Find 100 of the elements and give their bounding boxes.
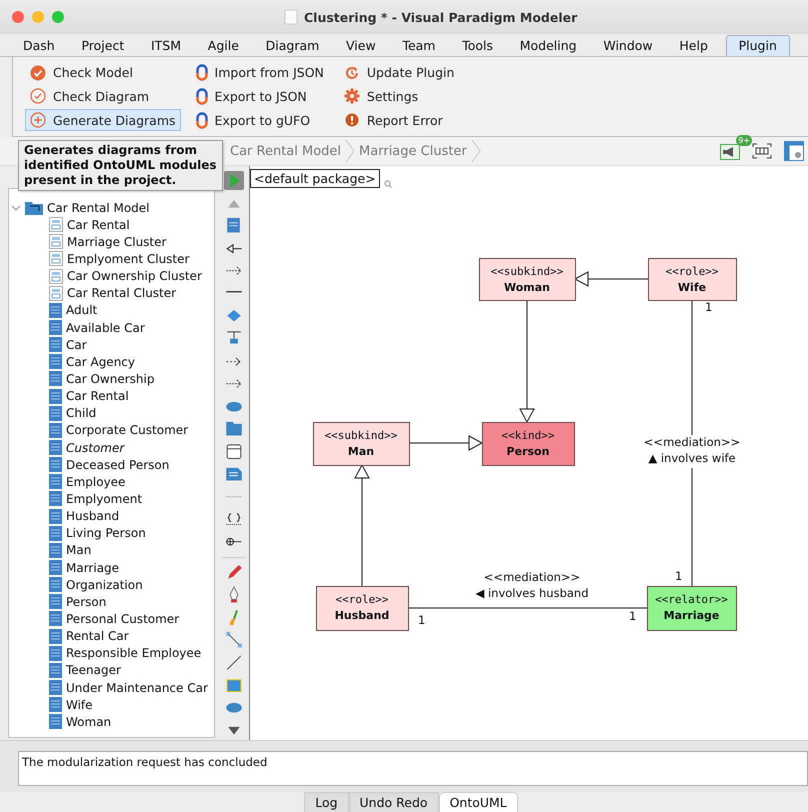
menu-item[interactable]: Window — [594, 35, 662, 56]
ribbon-button[interactable]: Update Plugin — [338, 62, 460, 84]
stereotype-label: <<mediation>> — [484, 570, 580, 584]
tree-item[interactable]: Personal Customer — [66, 612, 180, 626]
generalization-arrow[interactable] — [519, 300, 535, 424]
message-text: The modularization request has concluded — [22, 755, 268, 769]
tree-item[interactable]: Responsible Employee — [66, 646, 202, 660]
ribbon-button[interactable]: Report Error — [338, 109, 460, 132]
class-icon — [49, 542, 62, 558]
tree-item[interactable]: Child — [66, 406, 96, 420]
tree-item[interactable]: Husband — [66, 509, 120, 524]
tree-item[interactable]: Wife — [66, 698, 93, 712]
ribbon-button[interactable]: Check Model — [25, 62, 181, 84]
error-icon — [344, 112, 360, 128]
panel-tab[interactable]: OntoUML — [438, 792, 518, 812]
class-node[interactable] — [313, 422, 410, 466]
expand-icon[interactable] — [11, 202, 21, 213]
ribbon-button[interactable]: Settings — [338, 85, 460, 108]
class-icon — [49, 560, 62, 576]
class-icon — [49, 422, 62, 438]
tree-item[interactable]: Car Ownership Cluster — [67, 269, 202, 284]
diagram-icon — [49, 286, 63, 301]
tree-item[interactable]: Rental Car — [66, 629, 129, 644]
stereotype-label: <<kind>> — [502, 429, 554, 442]
breadcrumb[interactable]: Marriage Cluster — [359, 144, 467, 158]
class-node[interactable] — [479, 258, 576, 301]
pointer-icon[interactable] — [224, 171, 244, 190]
tree-item[interactable]: Emplyoment Cluster — [67, 252, 190, 266]
class-icon — [49, 697, 62, 712]
breadcrumb[interactable]: Car Rental Model — [230, 144, 342, 158]
tree-item[interactable]: Woman — [66, 714, 112, 729]
tree-item[interactable]: Car Rental — [67, 218, 130, 232]
class-icon — [49, 337, 62, 352]
tree-item[interactable]: Man — [66, 543, 92, 558]
tooltip: Generates diagrams from identified OntoUML modules present in the project. — [18, 140, 223, 191]
class-node[interactable] — [648, 258, 737, 301]
class-node[interactable] — [482, 422, 575, 466]
tree-item[interactable]: Organization — [66, 578, 143, 592]
update-icon — [344, 64, 360, 81]
tree-item[interactable]: Person — [66, 594, 106, 609]
panel-tab[interactable]: Log — [304, 792, 349, 812]
generalization-arrow[interactable] — [354, 464, 370, 586]
tree-item[interactable]: Car Rental Model — [47, 200, 150, 215]
megaphone-icon[interactable] — [720, 142, 740, 160]
menu-item[interactable]: Dash — [14, 35, 64, 56]
class-icon — [49, 457, 62, 472]
tree-item[interactable]: Available Car — [66, 320, 145, 335]
tree-item[interactable]: Employee — [66, 474, 126, 489]
ribbon-button[interactable]: Check Diagram — [25, 85, 181, 108]
tree-item[interactable]: Adult — [66, 303, 98, 318]
class-icon — [49, 406, 62, 421]
tree-item[interactable]: Car Ownership — [66, 372, 154, 386]
menu-item[interactable]: Help — [670, 35, 717, 56]
menu-item[interactable]: ITSM — [142, 35, 190, 56]
package-field[interactable]: <default package> — [250, 169, 380, 188]
search-icon[interactable] — [384, 180, 392, 188]
ribbon-button[interactable]: Generate Diagrams — [25, 109, 181, 132]
tree-item[interactable]: Car Rental — [66, 389, 129, 404]
panel-icon[interactable] — [784, 141, 804, 161]
menu-item[interactable]: Agile — [198, 35, 248, 56]
menu-item[interactable]: Team — [393, 35, 444, 56]
ribbon-button[interactable]: Export to JSON — [190, 84, 329, 108]
menu-item[interactable]: Plugin — [726, 35, 790, 56]
line-icon[interactable] — [224, 653, 244, 672]
fit-icon[interactable] — [752, 143, 772, 159]
diagram-icon — [49, 234, 63, 250]
class-icon — [49, 662, 62, 678]
class-node[interactable] — [316, 586, 409, 631]
tree-item[interactable]: Deceased Person — [66, 458, 170, 472]
panel-tab[interactable]: Undo Redo — [348, 792, 439, 812]
diagram-icon — [49, 268, 63, 284]
tree-item[interactable]: Car Rental Cluster — [67, 286, 176, 300]
tree-item[interactable]: Under Maintenance Car — [66, 680, 208, 694]
class-node[interactable] — [647, 586, 737, 631]
window-title: Clustering * - Visual Paradigm Modeler — [304, 10, 578, 24]
association-label: ▲ involves wife — [648, 451, 736, 465]
generalization-arrow[interactable] — [574, 271, 648, 287]
menu-item[interactable]: Project — [72, 35, 134, 56]
ribbon-button[interactable]: Export to gUFO — [190, 108, 329, 132]
connector-icon[interactable] — [224, 630, 244, 650]
tree-item[interactable]: Marriage — [66, 560, 120, 575]
menu-item[interactable]: Tools — [453, 35, 502, 56]
generalization-arrow[interactable] — [408, 435, 484, 451]
class-icon — [49, 354, 62, 370]
class-icon — [49, 474, 62, 490]
tree-item[interactable]: Marriage Cluster — [67, 234, 166, 249]
class-name: Husband — [334, 609, 390, 622]
frame-icon[interactable] — [224, 442, 244, 462]
settings-icon — [344, 88, 360, 104]
menu-item[interactable]: Diagram — [256, 35, 328, 56]
tree-item[interactable]: Customer — [66, 440, 124, 455]
tree-item[interactable]: Corporate Customer — [66, 423, 188, 438]
tree-item[interactable]: Car Agency — [66, 354, 135, 369]
tree-item[interactable]: Car — [66, 338, 87, 352]
tree-item[interactable]: Living Person — [66, 526, 146, 540]
tree-item[interactable]: Teenager — [66, 663, 121, 678]
tree-item[interactable]: Emplyoment — [66, 492, 142, 506]
ribbon-button[interactable]: Import from JSON — [190, 61, 329, 84]
menu-item[interactable]: Modeling — [510, 35, 586, 56]
menu-item[interactable]: View — [337, 35, 385, 56]
